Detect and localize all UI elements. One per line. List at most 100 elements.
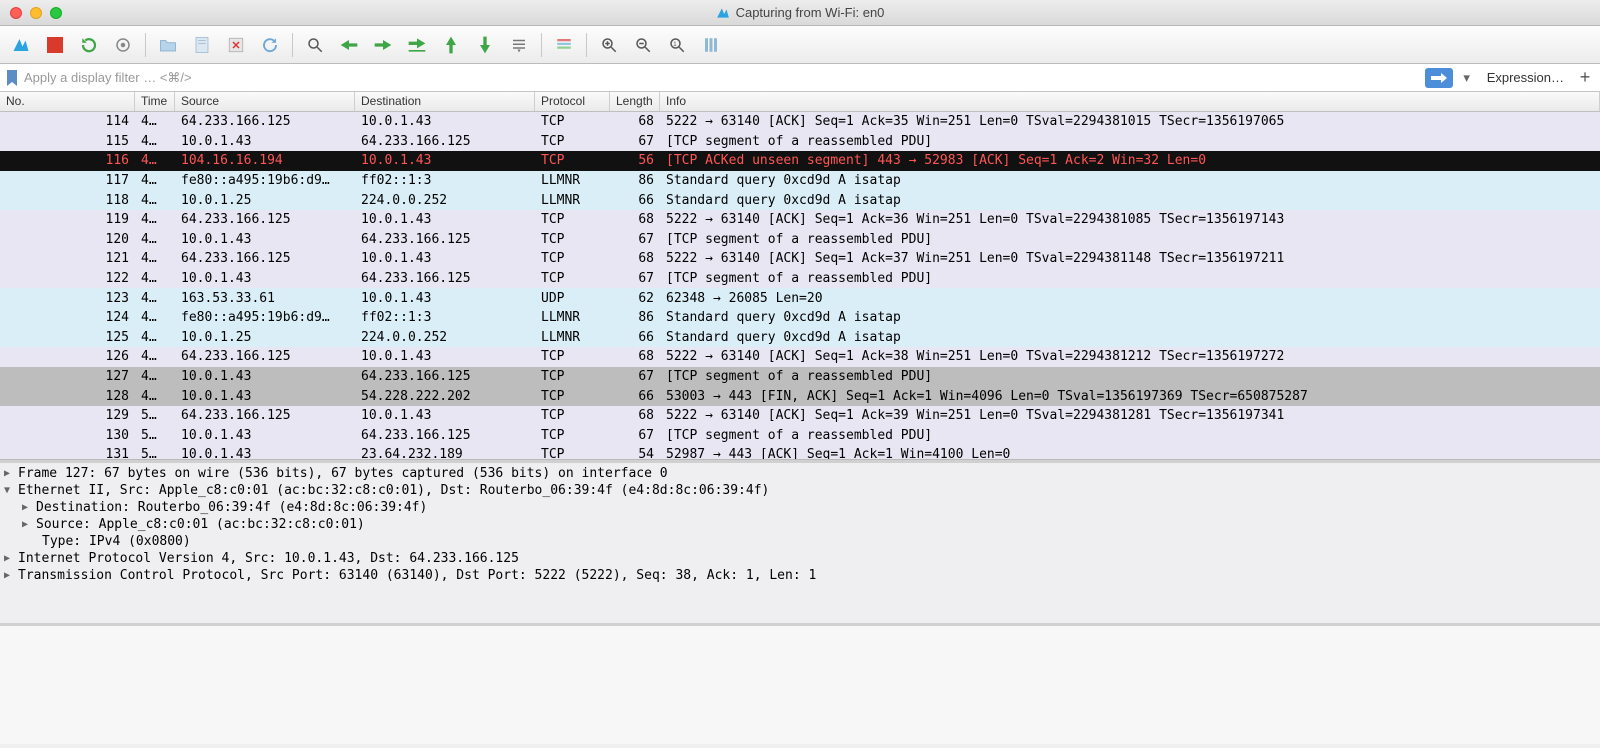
- open-file-button[interactable]: [153, 31, 183, 59]
- packet-row[interactable]: 1254…10.0.1.25224.0.0.252LLMNR66Standard…: [0, 328, 1600, 348]
- cell: LLMNR: [535, 310, 610, 325]
- cell: TCP: [535, 271, 610, 286]
- restart-capture-button[interactable]: [74, 31, 104, 59]
- go-to-packet-button[interactable]: [402, 31, 432, 59]
- auto-scroll-button[interactable]: [504, 31, 534, 59]
- find-packet-button[interactable]: [300, 31, 330, 59]
- cell: 53003 → 443 [FIN, ACK] Seq=1 Ack=1 Win=4…: [660, 389, 1600, 404]
- packet-details-pane[interactable]: ▶Frame 127: 67 bytes on wire (536 bits),…: [0, 463, 1600, 623]
- cell: 4…: [135, 349, 175, 364]
- zoom-out-button[interactable]: [628, 31, 658, 59]
- col-header-dest[interactable]: Destination: [355, 92, 535, 111]
- packet-row[interactable]: 1214…64.233.166.12510.0.1.43TCP685222 → …: [0, 249, 1600, 269]
- packet-row[interactable]: 1284…10.0.1.4354.228.222.202TCP6653003 →…: [0, 386, 1600, 406]
- cell: 10.0.1.43: [175, 389, 355, 404]
- go-back-button[interactable]: [334, 31, 364, 59]
- add-filter-button[interactable]: +: [1576, 67, 1594, 88]
- tree-eth-label: Ethernet II, Src: Apple_c8:c0:01 (ac:bc:…: [18, 483, 769, 498]
- cell: 66: [610, 389, 660, 404]
- tree-frame[interactable]: ▶Frame 127: 67 bytes on wire (536 bits),…: [0, 465, 1600, 482]
- packet-row[interactable]: 1204…10.0.1.4364.233.166.125TCP67[TCP se…: [0, 230, 1600, 250]
- cell: 5222 → 63140 [ACK] Seq=1 Ack=37 Win=251 …: [660, 251, 1600, 266]
- cell: 64.233.166.125: [175, 114, 355, 129]
- cell: 126: [0, 349, 135, 364]
- cell: 10.0.1.43: [355, 153, 535, 168]
- tree-eth-dst[interactable]: ▶Destination: Routerbo_06:39:4f (e4:8d:8…: [0, 499, 1600, 516]
- cell: ff02::1:3: [355, 310, 535, 325]
- tree-tcp[interactable]: ▶Transmission Control Protocol, Src Port…: [0, 567, 1600, 584]
- cell: 118: [0, 193, 135, 208]
- display-filter-input[interactable]: [24, 70, 1419, 85]
- cell: 68: [610, 349, 660, 364]
- cell: 10.0.1.25: [175, 330, 355, 345]
- save-file-button[interactable]: [187, 31, 217, 59]
- cell: 4…: [135, 251, 175, 266]
- col-header-length[interactable]: Length: [610, 92, 660, 111]
- go-first-button[interactable]: [436, 31, 466, 59]
- col-header-source[interactable]: Source: [175, 92, 355, 111]
- reload-file-button[interactable]: [255, 31, 285, 59]
- toolbar-separator: [541, 33, 542, 57]
- zoom-in-button[interactable]: [594, 31, 624, 59]
- go-forward-button[interactable]: [368, 31, 398, 59]
- cell: 10.0.1.43: [175, 134, 355, 149]
- stop-capture-button[interactable]: [40, 31, 70, 59]
- display-filter-bar: ▾ Expression… +: [0, 64, 1600, 92]
- cell: 86: [610, 310, 660, 325]
- packet-row[interactable]: 1154…10.0.1.4364.233.166.125TCP67[TCP se…: [0, 132, 1600, 152]
- cell: 4…: [135, 114, 175, 129]
- filter-bookmark-icon[interactable]: [6, 70, 18, 86]
- packet-row[interactable]: 1224…10.0.1.4364.233.166.125TCP67[TCP se…: [0, 269, 1600, 289]
- cell: 66: [610, 330, 660, 345]
- cell: TCP: [535, 447, 610, 460]
- packet-row[interactable]: 1305…10.0.1.4364.233.166.125TCP67[TCP se…: [0, 426, 1600, 446]
- packet-row[interactable]: 1244…fe80::a495:19b6:d9…ff02::1:3LLMNR86…: [0, 308, 1600, 328]
- cell: 125: [0, 330, 135, 345]
- cell: 54.228.222.202: [355, 389, 535, 404]
- tree-eth-type[interactable]: Type: IPv4 (0x0800): [0, 533, 1600, 550]
- packet-row[interactable]: 1194…64.233.166.12510.0.1.43TCP685222 → …: [0, 210, 1600, 230]
- col-header-info[interactable]: Info: [660, 92, 1600, 111]
- tree-ip[interactable]: ▶Internet Protocol Version 4, Src: 10.0.…: [0, 550, 1600, 567]
- tree-eth[interactable]: ▼Ethernet II, Src: Apple_c8:c0:01 (ac:bc…: [0, 482, 1600, 499]
- packet-row[interactable]: 1234…163.53.33.6110.0.1.43UDP6262348 → 2…: [0, 288, 1600, 308]
- packet-row[interactable]: 1264…64.233.166.12510.0.1.43TCP685222 → …: [0, 347, 1600, 367]
- packet-row[interactable]: 1144…64.233.166.12510.0.1.43TCP685222 → …: [0, 112, 1600, 132]
- col-header-protocol[interactable]: Protocol: [535, 92, 610, 111]
- colorize-button[interactable]: [549, 31, 579, 59]
- filter-history-dropdown[interactable]: ▾: [1459, 70, 1475, 86]
- packet-bytes-pane[interactable]: [0, 626, 1600, 744]
- cell: 131: [0, 447, 135, 460]
- resize-columns-button[interactable]: [696, 31, 726, 59]
- packet-row[interactable]: 1295…64.233.166.12510.0.1.43TCP685222 → …: [0, 406, 1600, 426]
- cell: 62: [610, 291, 660, 306]
- capture-options-button[interactable]: [108, 31, 138, 59]
- tree-eth-src[interactable]: ▶Source: Apple_c8:c0:01 (ac:bc:32:c8:c0:…: [0, 516, 1600, 533]
- cell: 114: [0, 114, 135, 129]
- wireshark-icon: [716, 6, 730, 20]
- titlebar: Capturing from Wi-Fi: en0: [0, 0, 1600, 26]
- cell: 64.233.166.125: [355, 428, 535, 443]
- cell: 224.0.0.252: [355, 193, 535, 208]
- start-capture-button[interactable]: [6, 31, 36, 59]
- close-file-button[interactable]: [221, 31, 251, 59]
- zoom-reset-button[interactable]: 1: [662, 31, 692, 59]
- apply-filter-button[interactable]: [1425, 68, 1453, 88]
- tree-tcp-label: Transmission Control Protocol, Src Port:…: [18, 568, 816, 583]
- packet-list-pane[interactable]: 1144…64.233.166.12510.0.1.43TCP685222 → …: [0, 112, 1600, 460]
- go-last-button[interactable]: [470, 31, 500, 59]
- cell: fe80::a495:19b6:d9…: [175, 310, 355, 325]
- col-header-no[interactable]: No.: [0, 92, 135, 111]
- packet-row[interactable]: 1174…fe80::a495:19b6:d9…ff02::1:3LLMNR86…: [0, 171, 1600, 191]
- cell: 5222 → 63140 [ACK] Seq=1 Ack=35 Win=251 …: [660, 114, 1600, 129]
- cell: 5222 → 63140 [ACK] Seq=1 Ack=36 Win=251 …: [660, 212, 1600, 227]
- packet-row[interactable]: 1315…10.0.1.4323.64.232.189TCP5452987 → …: [0, 445, 1600, 460]
- packet-row[interactable]: 1164…104.16.16.19410.0.1.43TCP56[TCP ACK…: [0, 151, 1600, 171]
- cell: 4…: [135, 369, 175, 384]
- packet-row[interactable]: 1274…10.0.1.4364.233.166.125TCP67[TCP se…: [0, 367, 1600, 387]
- expression-button[interactable]: Expression…: [1481, 70, 1570, 85]
- cell: 117: [0, 173, 135, 188]
- cell: 10.0.1.43: [175, 369, 355, 384]
- col-header-time[interactable]: Time: [135, 92, 175, 111]
- packet-row[interactable]: 1184…10.0.1.25224.0.0.252LLMNR66Standard…: [0, 190, 1600, 210]
